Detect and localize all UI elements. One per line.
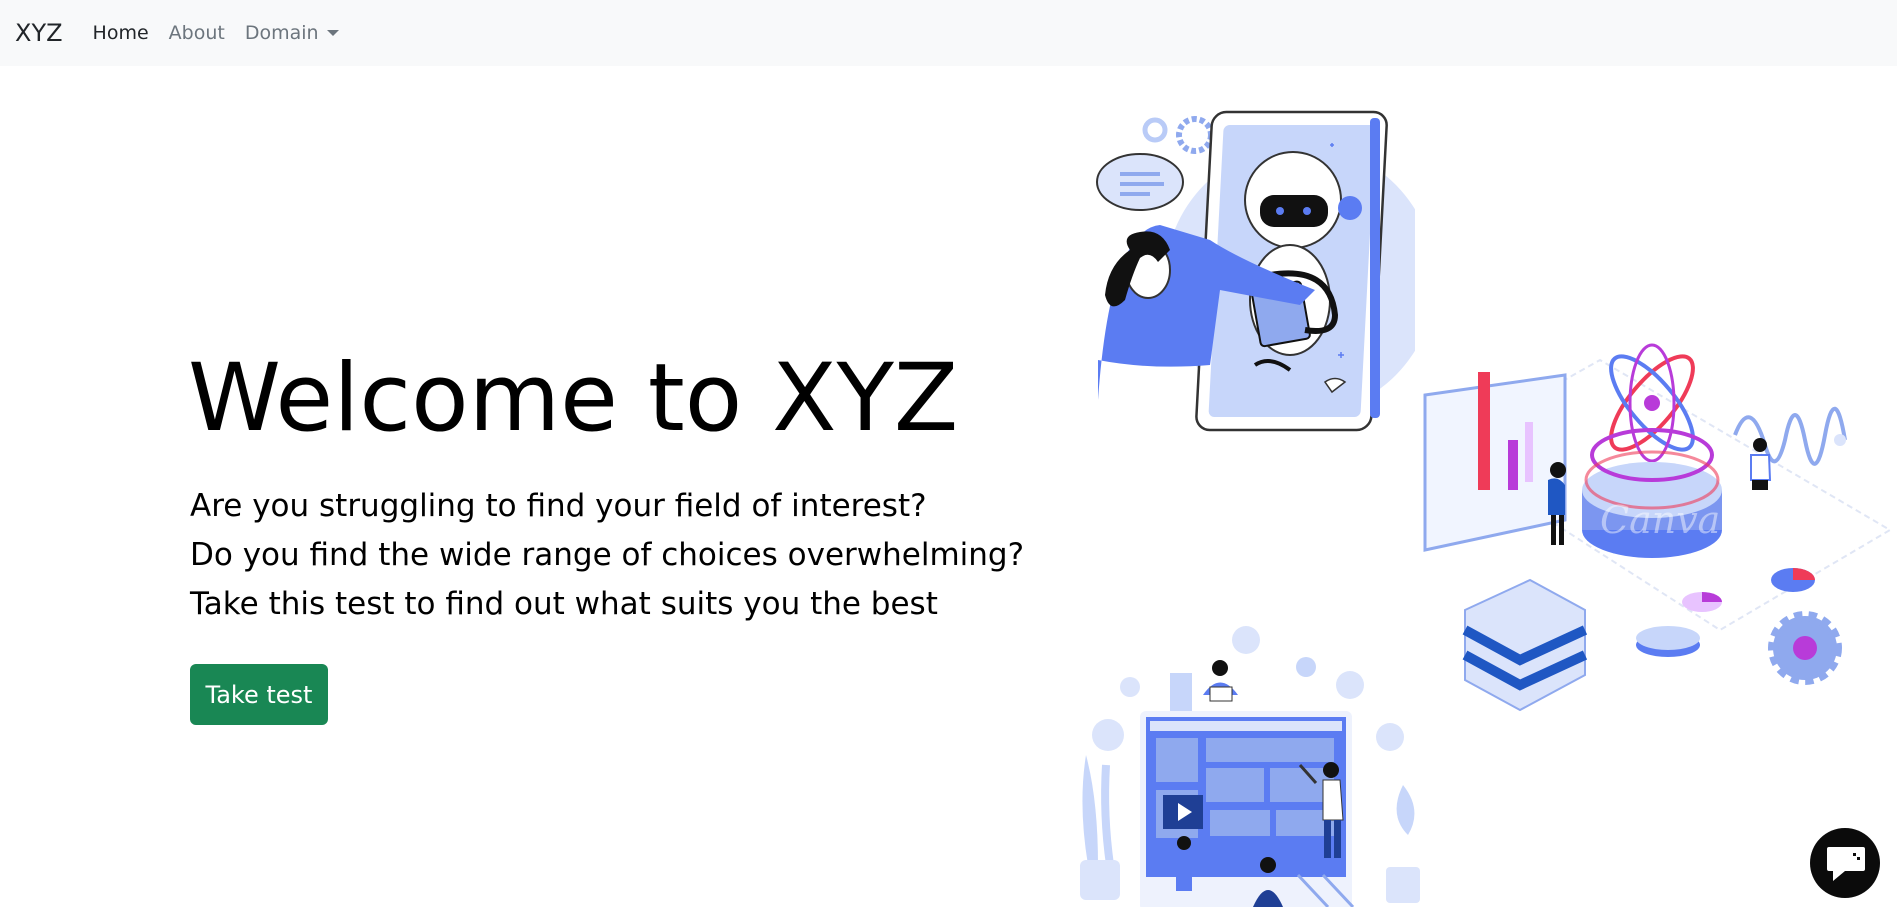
chevron-down-icon xyxy=(326,30,339,36)
nav-link-about[interactable]: About xyxy=(169,22,225,44)
take-test-button[interactable]: Take test xyxy=(190,664,328,725)
nav-dropdown-domain-label: Domain xyxy=(244,22,319,44)
chat-widget-button[interactable] xyxy=(1810,828,1880,898)
hero-line: Do you find the wide range of choices ov… xyxy=(190,537,1025,573)
chatbot-illustration xyxy=(1096,110,1415,432)
hero-line: Are you struggling to find your field of… xyxy=(190,488,927,524)
nav-link-home[interactable]: Home xyxy=(93,22,149,44)
brand-logo[interactable]: XYZ xyxy=(15,19,63,47)
data-science-illustration: Canva xyxy=(1423,343,1892,712)
top-navbar: XYZ Home About Domain xyxy=(0,0,1897,66)
hero-description: Are you struggling to find your field of… xyxy=(190,482,1024,629)
chat-bubble-icon xyxy=(1827,847,1865,881)
watermark-text: Canva xyxy=(1600,498,1720,542)
hero-line: Take this test to find out what suits yo… xyxy=(190,586,938,622)
nav-dropdown-domain[interactable]: Domain xyxy=(245,22,339,44)
web-team-illustration xyxy=(1080,626,1420,907)
hero-title: Welcome to XYZ xyxy=(188,344,959,453)
